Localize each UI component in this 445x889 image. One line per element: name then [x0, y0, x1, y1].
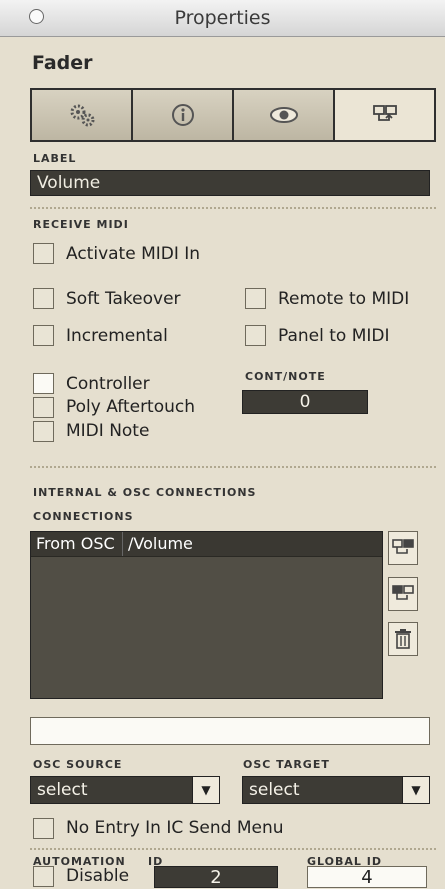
- divider: [30, 466, 436, 468]
- disable-label: Disable: [66, 866, 130, 886]
- soft-takeover-checkbox[interactable]: [33, 288, 54, 309]
- trash-icon: [395, 629, 411, 649]
- tab-visibility[interactable]: [234, 90, 333, 140]
- edit-connection-button[interactable]: [388, 577, 418, 611]
- edit-connection-icon: [392, 585, 414, 600]
- id-field[interactable]: 2: [154, 866, 278, 888]
- poly-aftertouch-radio[interactable]: [33, 397, 54, 418]
- object-name: Fader: [32, 52, 93, 74]
- disable-checkbox[interactable]: [33, 866, 54, 887]
- add-connection-button[interactable]: [388, 531, 418, 565]
- chevron-down-icon: ▼: [192, 777, 219, 803]
- midi-note-radio[interactable]: [33, 421, 54, 442]
- no-entry-label: No Entry In IC Send Menu: [66, 818, 284, 838]
- list-item[interactable]: From OSC /Volume: [31, 532, 382, 557]
- cont-note-heading: CONT/NOTE: [245, 370, 326, 383]
- osc-target-select[interactable]: select ▼: [242, 776, 430, 804]
- connection-source: From OSC: [31, 532, 123, 556]
- osc-source-select[interactable]: select ▼: [30, 776, 220, 804]
- divider: [30, 848, 436, 850]
- chevron-down-icon: ▼: [402, 777, 429, 803]
- cont-note-field[interactable]: 0: [242, 390, 368, 414]
- title-bar: Properties: [0, 0, 445, 37]
- remote-to-midi-checkbox[interactable]: [245, 288, 266, 309]
- connection-target: /Volume: [128, 534, 193, 553]
- controller-radio[interactable]: [33, 373, 54, 394]
- osc-source-value: select: [37, 780, 88, 800]
- osc-target-heading: OSC TARGET: [243, 758, 330, 771]
- connections-icon: [372, 105, 397, 121]
- activate-midi-label: Activate MIDI In: [66, 244, 201, 264]
- incremental-label: Incremental: [66, 326, 168, 346]
- panel-to-midi-checkbox[interactable]: [245, 325, 266, 346]
- connection-path-input[interactable]: [30, 717, 430, 745]
- window-title: Properties: [174, 7, 271, 29]
- add-connection-icon: [392, 539, 414, 554]
- midi-note-label: MIDI Note: [66, 421, 150, 441]
- label-field[interactable]: Volume: [30, 170, 430, 196]
- soft-takeover-label: Soft Takeover: [66, 289, 181, 309]
- connections-list[interactable]: From OSC /Volume: [30, 531, 383, 699]
- delete-connection-button[interactable]: [388, 622, 418, 656]
- remote-to-midi-label: Remote to MIDI: [278, 289, 410, 309]
- activate-midi-checkbox[interactable]: [33, 243, 54, 264]
- gears-icon: [70, 104, 94, 127]
- info-icon: [171, 104, 194, 126]
- tab-bar: [30, 88, 436, 142]
- osc-target-value: select: [249, 780, 300, 800]
- divider: [30, 207, 436, 209]
- panel-to-midi-label: Panel to MIDI: [278, 326, 390, 346]
- tab-info[interactable]: [133, 90, 232, 140]
- eye-icon: [269, 107, 298, 123]
- tab-settings[interactable]: [32, 90, 131, 140]
- receive-midi-heading: RECEIVE MIDI: [33, 218, 129, 231]
- connections-subheading: CONNECTIONS: [33, 510, 134, 523]
- no-entry-checkbox[interactable]: [33, 818, 54, 839]
- tab-connections[interactable]: [335, 90, 434, 140]
- global-id-field[interactable]: 4: [307, 866, 427, 888]
- poly-aftertouch-label: Poly Aftertouch: [66, 397, 196, 417]
- connections-heading: INTERNAL & OSC CONNECTIONS: [33, 486, 257, 499]
- label-heading: LABEL: [33, 152, 77, 165]
- incremental-checkbox[interactable]: [33, 325, 54, 346]
- controller-label: Controller: [66, 374, 150, 394]
- osc-source-heading: OSC SOURCE: [33, 758, 123, 771]
